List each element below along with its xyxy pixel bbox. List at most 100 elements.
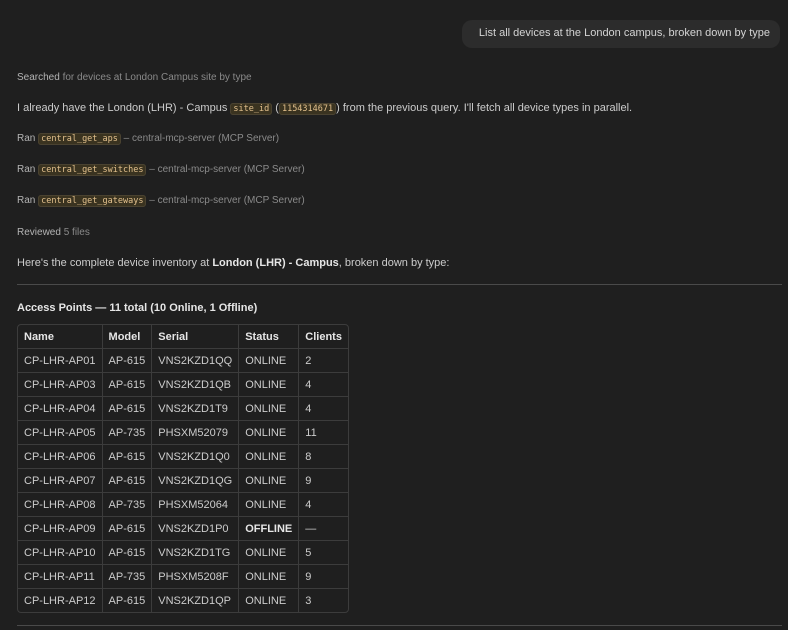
site-id-code: site_id — [230, 103, 273, 115]
table-row: CP-LHR-AP01 AP-615 VNS2KZD1QQ ONLINE 2 — [18, 349, 348, 373]
tool-name-code: central_get_aps — [38, 133, 121, 145]
cell-status: ONLINE — [239, 565, 300, 589]
cell-name: CP-LHR-AP01 — [18, 349, 103, 373]
cell-status: ONLINE — [239, 349, 300, 373]
cell-model: AP-615 — [103, 589, 153, 612]
tool-name-code: central_get_gateways — [38, 195, 147, 207]
cell-status: ONLINE — [239, 589, 300, 612]
cell-name: CP-LHR-AP09 — [18, 517, 103, 541]
cell-status: ONLINE — [239, 445, 300, 469]
cell-name: CP-LHR-AP06 — [18, 445, 103, 469]
table-row: CP-LHR-AP04 AP-615 VNS2KZD1T9 ONLINE 4 — [18, 397, 348, 421]
cell-name: CP-LHR-AP12 — [18, 589, 103, 612]
site-name-bold: London (LHR) - Campus — [212, 257, 339, 269]
cell-clients: 9 — [299, 565, 348, 589]
cell-name: CP-LHR-AP08 — [18, 493, 103, 517]
cell-clients: 5 — [299, 541, 348, 565]
cell-clients: 4 — [299, 373, 348, 397]
cell-serial: VNS2KZD1QB — [152, 373, 240, 397]
review-step-verb: Reviewed — [17, 227, 61, 238]
cell-serial: VNS2KZD1P0 — [152, 517, 240, 541]
cell-name: CP-LHR-AP07 — [18, 469, 103, 493]
column-header-clients: Clients — [299, 325, 348, 349]
cell-model: AP-615 — [102, 397, 153, 421]
tool-name-code: central_get_switches — [38, 164, 147, 176]
cell-model: AP-615 — [102, 469, 153, 493]
cell-model: AP-615 — [102, 517, 153, 541]
access-points-table: Name Model Serial Status Clients CP-LHR-… — [17, 324, 349, 613]
intro-text-after: ) from the previous query. I'll fetch al… — [336, 102, 633, 114]
cell-status: ONLINE — [239, 469, 300, 493]
cell-serial: VNS2KZD1Q0 — [152, 445, 240, 469]
column-header-name: Name — [18, 325, 103, 349]
cell-model: AP-615 — [102, 349, 153, 373]
summary-paragraph: Here's the complete device inventory at … — [17, 256, 449, 270]
review-step[interactable]: Reviewed 5 files — [17, 227, 90, 239]
cell-serial: VNS2KZD1QQ — [152, 349, 240, 373]
table-row: CP-LHR-AP11 AP-735 PHSXM5208F ONLINE 9 — [18, 565, 348, 589]
tool-call-server: – central-mcp-server (MCP Server) — [146, 195, 305, 206]
table-row: CP-LHR-AP06 AP-615 VNS2KZD1Q0 ONLINE 8 — [18, 445, 348, 469]
table-row: CP-LHR-AP03 AP-615 VNS2KZD1QB ONLINE 4 — [18, 373, 348, 397]
cell-model: AP-615 — [102, 445, 153, 469]
cell-status: OFFLINE — [239, 517, 300, 541]
cell-serial: PHSXM52079 — [152, 421, 240, 445]
table-row: CP-LHR-AP07 AP-615 VNS2KZD1QG ONLINE 9 — [18, 469, 348, 493]
cell-clients: 4 — [299, 493, 348, 517]
cell-name: CP-LHR-AP10 — [18, 541, 103, 565]
table-row: CP-LHR-AP08 AP-735 PHSXM52064 ONLINE 4 — [18, 493, 348, 517]
column-header-status: Status — [239, 325, 300, 349]
cell-clients: 2 — [299, 349, 348, 373]
cell-model: AP-615 — [102, 373, 153, 397]
tool-call-aps[interactable]: Ran central_get_aps – central-mcp-server… — [17, 133, 279, 145]
cell-clients: 8 — [299, 445, 348, 469]
cell-name: CP-LHR-AP05 — [18, 421, 103, 445]
cell-model: AP-735 — [102, 421, 153, 445]
tool-call-server: – central-mcp-server (MCP Server) — [146, 164, 305, 175]
cell-name: CP-LHR-AP04 — [18, 397, 103, 421]
tool-call-verb: Ran — [17, 195, 39, 206]
cell-status: ONLINE — [239, 541, 300, 565]
summary-text-before: Here's the complete device inventory at — [17, 257, 213, 269]
tool-call-gateways[interactable]: Ran central_get_gateways – central-mcp-s… — [17, 195, 305, 207]
cell-clients: 11 — [299, 421, 348, 445]
summary-text-after: , broken down by type: — [338, 257, 450, 269]
column-header-serial: Serial — [152, 325, 240, 349]
cell-model: AP-735 — [102, 493, 153, 517]
tool-call-verb: Ran — [17, 164, 39, 175]
cell-clients: 3 — [305, 594, 312, 607]
cell-serial: PHSXM52064 — [152, 493, 240, 517]
cell-status: ONLINE — [239, 421, 300, 445]
cell-clients: — — [299, 517, 348, 541]
cell-serial: VNS2KZD1TG — [152, 541, 240, 565]
divider — [17, 625, 782, 626]
search-step[interactable]: Searched for devices at London Campus si… — [17, 72, 252, 84]
column-header-model: Model — [102, 325, 153, 349]
table-row: CP-LHR-AP05 AP-735 PHSXM52079 ONLINE 11 — [18, 421, 348, 445]
cell-status: ONLINE — [239, 397, 300, 421]
table-row: CP-LHR-AP12 AP-615 VNS2KZD1QP ONLINE 3 — [18, 589, 348, 612]
cell-model: AP-735 — [102, 565, 153, 589]
table-row: CP-LHR-AP10 AP-615 VNS2KZD1TG ONLINE 5 — [18, 541, 348, 565]
intro-text-before: I already have the London (LHR) - Campus — [17, 102, 231, 114]
access-points-heading: Access Points — 11 total (10 Online, 1 O… — [17, 302, 258, 314]
cell-serial: PHSXM5208F — [152, 565, 240, 589]
intro-text-middle: ( — [272, 102, 279, 114]
divider — [17, 284, 782, 285]
table-header-row: Name Model Serial Status Clients — [18, 325, 348, 349]
tool-call-switches[interactable]: Ran central_get_switches – central-mcp-s… — [17, 164, 305, 176]
cell-serial: VNS2KZD1QG — [152, 469, 240, 493]
user-message-bubble: List all devices at the London campus, b… — [461, 20, 780, 48]
search-step-verb: Searched — [17, 72, 60, 83]
cell-status: ONLINE — [239, 493, 300, 517]
cell-model: AP-615 — [102, 541, 153, 565]
cell-clients: 4 — [299, 397, 348, 421]
cell-clients: 9 — [299, 469, 348, 493]
review-step-detail: 5 files — [60, 227, 90, 238]
user-message-text: List all devices at the London campus, b… — [478, 27, 770, 39]
table-row: CP-LHR-AP09 AP-615 VNS2KZD1P0 OFFLINE — — [18, 517, 348, 541]
cell-name: CP-LHR-AP11 — [18, 565, 103, 589]
cell-status: ONLINE — [239, 373, 300, 397]
site-id-value-code: 1154314671 — [278, 103, 337, 115]
intro-paragraph: I already have the London (LHR) - Campus… — [17, 101, 632, 116]
